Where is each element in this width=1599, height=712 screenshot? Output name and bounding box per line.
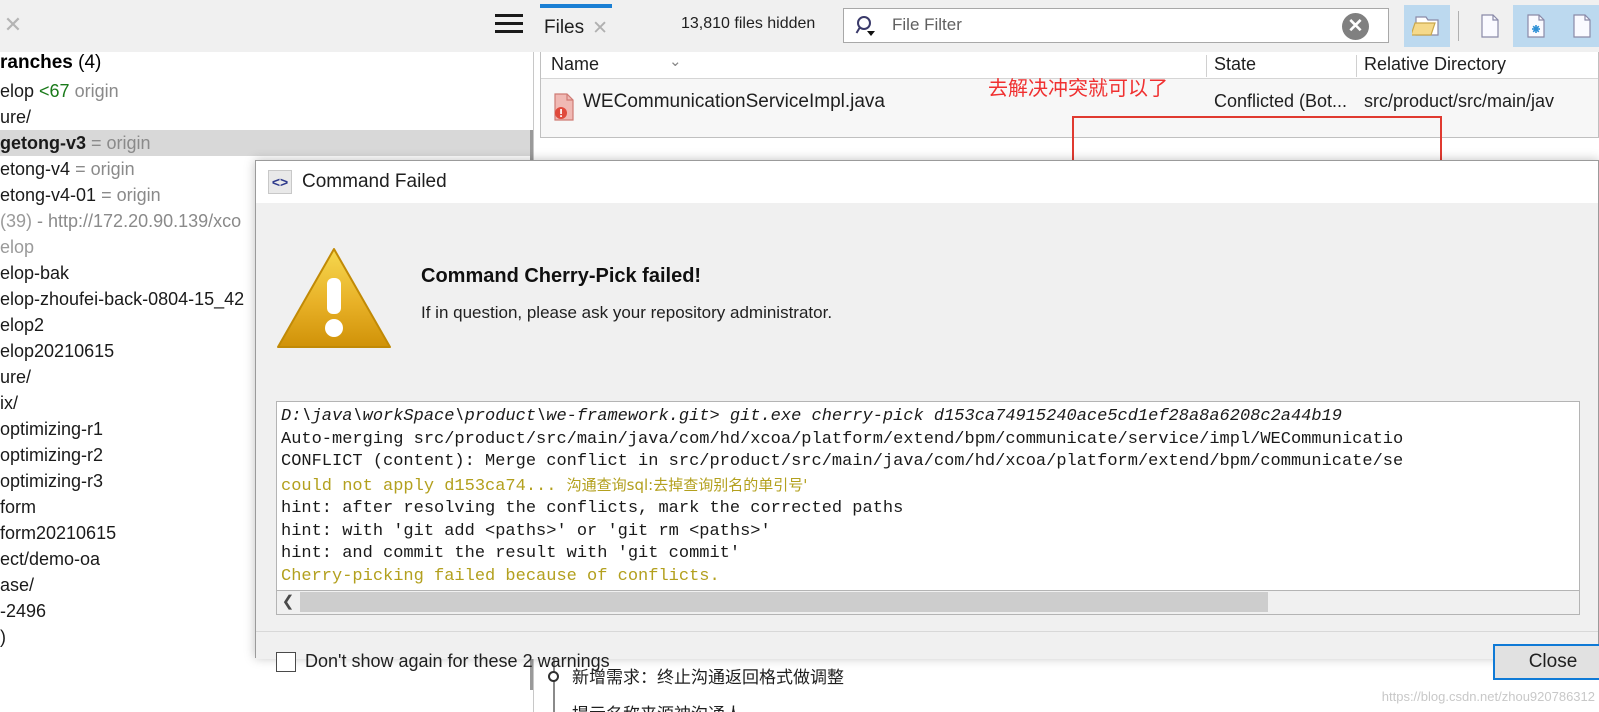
branch-name: ase/ [0,575,35,595]
branch-remote-label: origin [69,81,119,101]
scroll-left-icon[interactable]: ❮ [277,591,299,613]
commit-graph-node [548,671,559,682]
file-relative-directory-cell: src/product/src/main/jav [1364,91,1555,111]
branch-ahead-marker: = [96,185,112,205]
column-divider[interactable] [1206,55,1207,77]
branch-name: elop [0,81,35,101]
toolbar-buttons [1404,5,1599,47]
branch-name: elop [0,237,35,257]
dialog-heading: Command Cherry-Pick failed! [421,265,702,287]
file-filter-placeholder: File Filter [892,15,962,34]
branch-name: ure/ [0,107,32,127]
branch-ahead-marker: = [86,133,102,153]
top-toolbar: ✕ Files ✕ 13,810 files hidden File Filte… [0,0,1599,53]
watermark-text: https://blog.csdn.net/zhou920786312 [1381,689,1595,704]
branch-name: form [0,497,36,517]
close-button[interactable]: Close [1493,644,1599,680]
dont-show-again-checkbox[interactable]: Don't show again for these 2 warnings [276,651,610,672]
branch-list-item[interactable]: elop <67 origin [0,78,533,104]
branch-name: ix/ [0,393,18,413]
branch-ahead-marker: = [70,159,86,179]
tab-close-icon[interactable]: ✕ [592,17,608,40]
hamburger-icon[interactable] [495,14,523,36]
branches-header-label: ranches [0,52,73,73]
annotation-text: 去解决冲突就可以了 [988,78,1168,100]
branch-remote-label: origin [101,133,151,153]
branch-remote-label: origin [111,185,161,205]
warning-triangle-icon [274,243,394,353]
branch-name: form20210615 [0,523,117,543]
branch-name: optimizing-r3 [0,471,104,491]
console-text-cjk: 沟通查询sql:去掉查询别名的单引号' [566,475,808,494]
new-file-button[interactable] [1467,5,1513,47]
checkbox-box[interactable] [276,651,296,672]
console-line: hint: with 'git add <paths>' or 'git rm … [281,521,771,541]
branch-name: etong-v4 [0,159,71,179]
dialog-title-bar: <> Command Failed [256,161,1598,203]
console-horizontal-scrollbar[interactable]: ❮ [276,591,1580,615]
clear-filter-icon[interactable]: ✕ [1342,13,1369,40]
console-line: Cherry-picking failed because of conflic… [281,566,720,586]
dialog-subtext: If in question, please ask your reposito… [421,303,833,322]
branch-list-item[interactable]: ure/ [0,104,533,130]
file-filter-input[interactable]: File Filter ✕ [843,8,1389,43]
search-icon[interactable] [854,14,878,38]
branches-header: ranches (4) [0,52,533,80]
chevron-down-icon[interactable]: ⌄ [669,52,682,70]
console-line: could not apply d153ca74... 沟通查询sql:去掉查询… [281,474,1579,499]
edit-file-button[interactable] [1559,5,1599,47]
console-line: hint: after resolving the conflicts, mar… [281,499,904,518]
column-header-name[interactable]: Name [551,54,599,75]
code-brackets-icon: <> [268,170,292,194]
branch-name: ect/demo-oa [0,549,101,569]
console-line: Auto-merging src/product/src/main/java/c… [281,429,1404,449]
new-file-sparkle-button[interactable] [1513,5,1559,47]
toolbar-divider [1458,11,1459,41]
command-failed-dialog: <> Command Failed Command Cherry-Pick fa… [255,160,1599,680]
app-window: ✕ Files ✕ 13,810 files hidden File Filte… [0,0,1599,712]
tab-files[interactable]: Files ✕ [540,4,613,48]
dialog-title: Command Failed [302,171,447,192]
branch-name: elop20210615 [0,341,115,361]
branch-name: elop-zhoufei-back-0804-15_42 [0,289,245,309]
console-line: D:\java\workSpace\product\we-framework.g… [281,407,1342,426]
branch-name: getong-v3 [0,133,87,153]
branch-ahead-marker: - http://172.20.90.139/xco [32,211,242,231]
branch-name: (39) [0,211,33,231]
column-divider[interactable] [1356,55,1357,77]
branch-name: optimizing-r2 [0,445,104,465]
close-icon[interactable]: ✕ [2,14,24,36]
console-text: could not apply d153ca74... [281,476,567,496]
file-state-cell: Conflicted (Bot... [1214,91,1348,111]
open-folder-button[interactable] [1404,5,1450,47]
checkbox-label: Don't show again for these 2 warnings [305,651,610,671]
console-line: hint: and commit the result with 'git co… [281,544,741,563]
commit-message[interactable]: 提示名称来源神沟通人 [572,700,742,712]
branch-list-item[interactable]: getong-v3 = origin [0,130,533,156]
commit-message[interactable]: 新增需求：终止沟通返回格式做调整 [572,663,844,688]
files-hidden-count: 13,810 files hidden [681,15,816,32]
dialog-body: Command Cherry-Pick failed! If in questi… [256,203,1599,680]
tab-files-label: Files [544,17,585,38]
branch-name: optimizing-r1 [0,419,104,439]
branch-ahead-marker: <67 [34,81,70,101]
branches-header-count: (4) [78,52,102,73]
conflicted-file-icon [553,93,575,121]
scrollbar-thumb[interactable] [300,592,1268,612]
branch-name: elop-bak [0,263,70,283]
branch-name: etong-v4-01 [0,185,97,205]
column-header-state[interactable]: State [1214,54,1256,75]
console-output[interactable]: D:\java\workSpace\product\we-framework.g… [276,401,1580,591]
console-line: CONFLICT (content): Merge conflict in sr… [281,452,1404,471]
branch-name: -2496 [0,601,47,621]
dialog-footer-divider [256,631,1598,632]
column-header-relative-directory[interactable]: Relative Directory [1364,54,1506,75]
branch-name: ) [0,627,6,647]
branch-remote-label: origin [85,159,135,179]
branch-name: ure/ [0,367,32,387]
file-name-cell: WECommunicationServiceImpl.java [583,91,885,112]
branch-name: elop2 [0,315,45,335]
